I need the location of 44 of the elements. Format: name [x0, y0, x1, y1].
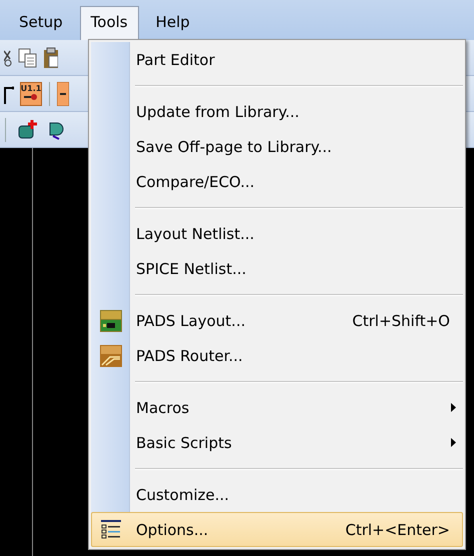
list-icon: [100, 518, 122, 540]
menu-title[interactable]: Setup: [8, 6, 74, 40]
menu-item[interactable]: PADS Layout... Ctrl+Shift+O: [91, 303, 463, 338]
menu-item-label: Part Editor: [136, 50, 216, 68]
menu-item[interactable]: Update from Library...: [91, 94, 463, 129]
menu-item-label: Update from Library...: [136, 102, 300, 120]
menu-item-label: Compare/ECO...: [136, 172, 256, 190]
menu-item-label: PADS Router...: [136, 346, 244, 364]
menu-title[interactable]: Help: [144, 6, 201, 40]
copy-icon[interactable]: [18, 48, 38, 68]
connector-icon[interactable]: [57, 82, 69, 106]
pin-icon: [24, 92, 38, 100]
menu-item[interactable]: Save Off-page to Library...: [91, 129, 463, 164]
menu-item-label: SPICE Netlist...: [136, 260, 248, 278]
router-icon: [100, 344, 122, 366]
shortcut-label: Ctrl+Shift+O: [352, 312, 450, 330]
menu-item[interactable]: Options... Ctrl+<Enter>: [91, 512, 463, 547]
wire-icon[interactable]: [4, 84, 14, 104]
scissors-icon[interactable]: [4, 48, 12, 66]
menu-item-label: Basic Scripts: [136, 434, 233, 452]
menu-item[interactable]: Part Editor: [91, 42, 463, 77]
menu-item[interactable]: Compare/ECO...: [91, 164, 463, 199]
off-page-connector-button[interactable]: U1.1: [20, 82, 42, 106]
menu-item[interactable]: Macros: [91, 390, 463, 425]
gate-icon[interactable]: [49, 120, 65, 140]
menu-item-label: Layout Netlist...: [136, 224, 256, 242]
divider-icon: [48, 82, 51, 106]
part-add-icon[interactable]: [17, 118, 39, 140]
menu-item[interactable]: Layout Netlist...: [91, 216, 463, 251]
menu-item-label: Save Off-page to Library...: [136, 138, 333, 156]
menu-item-label: Macros: [136, 398, 190, 416]
badge-label: U1.1: [20, 84, 42, 92]
paste-icon[interactable]: [44, 46, 58, 68]
board-icon: [100, 310, 122, 332]
divider-icon: [4, 118, 7, 142]
menu-item[interactable]: PADS Router...: [91, 338, 463, 373]
menu-title[interactable]: Tools: [80, 6, 139, 40]
menu-item-label: Customize...: [136, 486, 230, 504]
menu-item[interactable]: Customize...: [91, 477, 463, 512]
menu-item[interactable]: SPICE Netlist...: [91, 251, 463, 286]
menu-item-label: Options...: [136, 520, 210, 538]
menu-item[interactable]: Basic Scripts: [91, 425, 463, 460]
shortcut-label: Ctrl+<Enter>: [345, 520, 450, 538]
menu-item-label: PADS Layout...: [136, 312, 246, 330]
